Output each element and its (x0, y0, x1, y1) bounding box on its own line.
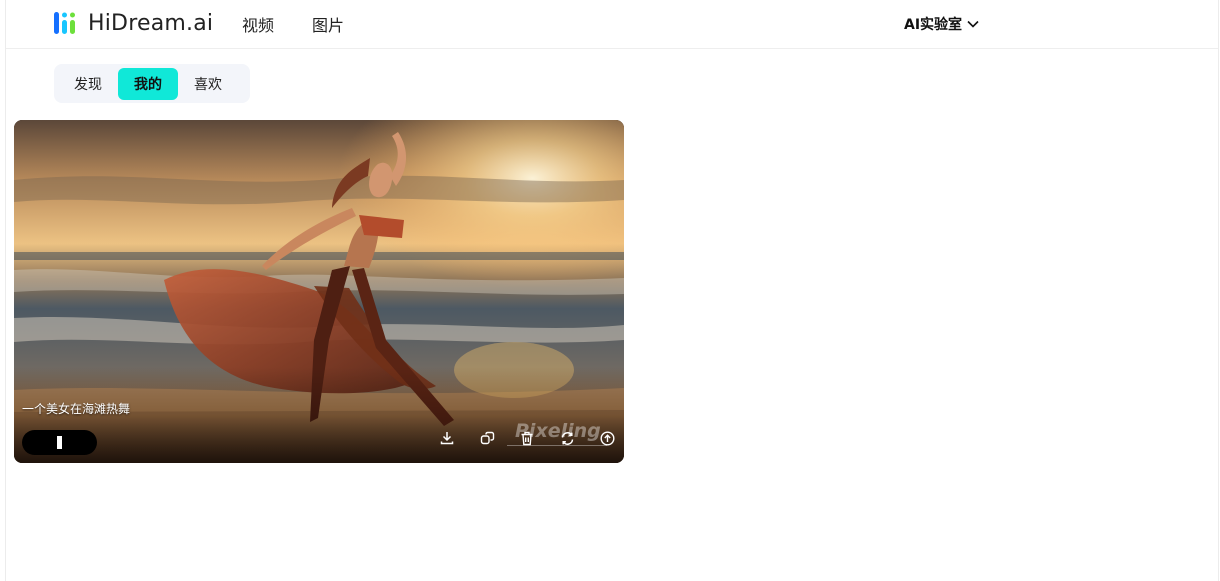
top-navigation-bar: HiDream.ai 视频 图片 AI实验室 (6, 0, 1218, 49)
upload-icon[interactable] (599, 430, 615, 446)
tab-liked[interactable]: 喜欢 (178, 68, 238, 100)
tab-discover[interactable]: 发现 (58, 68, 118, 100)
hidream-logo-icon (54, 12, 75, 34)
nav-item-video[interactable]: 视频 (238, 12, 278, 36)
ai-lab-dropdown[interactable]: AI实验室 (904, 14, 979, 34)
regenerate-icon[interactable] (559, 430, 575, 446)
copy-icon[interactable] (479, 430, 495, 446)
card-action-bar (439, 430, 615, 446)
tab-mine[interactable]: 我的 (118, 67, 178, 100)
left-border (0, 0, 6, 581)
chevron-down-icon (967, 20, 979, 28)
video-caption: 一个美女在海滩热舞 (22, 402, 131, 416)
download-icon[interactable] (439, 430, 455, 446)
pause-bar-icon (57, 436, 62, 449)
ai-lab-label: AI实验室 (904, 17, 963, 33)
video-card[interactable]: 一个美女在海滩热舞 Pixeling (14, 120, 624, 463)
brand-logo[interactable]: HiDream.ai (53, 10, 213, 36)
collection-tabs: 发现 我的 喜欢 (54, 64, 250, 103)
delete-icon[interactable] (519, 430, 535, 446)
main-nav: 视频 图片 (238, 0, 382, 48)
nav-item-images[interactable]: 图片 (312, 12, 344, 36)
brand-name: HiDream.ai (88, 10, 214, 36)
playback-control[interactable] (22, 430, 97, 455)
